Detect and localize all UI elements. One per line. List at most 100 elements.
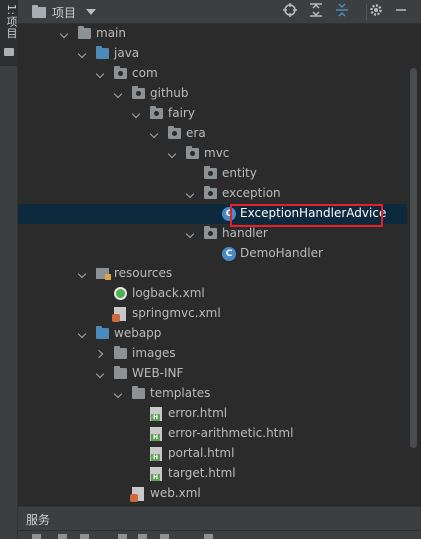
tree-item-label: templates: [150, 386, 211, 400]
tree-row[interactable]: mvc: [18, 144, 407, 164]
chevron-right-icon[interactable]: [96, 349, 106, 359]
folder-icon: [32, 5, 46, 18]
source-folder-icon: [96, 46, 109, 59]
locate-file-button[interactable]: [281, 3, 299, 21]
folder-icon: [114, 346, 127, 359]
tool-window-strip: 1:项目: [0, 0, 18, 539]
services-panel-bar[interactable]: 服务: [18, 506, 421, 530]
toolbar-icon[interactable]: [204, 534, 213, 539]
chevron-down-icon[interactable]: [60, 29, 70, 39]
tree-row[interactable]: target.html: [18, 464, 407, 484]
xml-file-icon: [130, 487, 144, 502]
chevron-down-icon[interactable]: [186, 189, 196, 199]
tree-row[interactable]: handler: [18, 224, 407, 244]
toolbar-icon[interactable]: [58, 534, 67, 539]
tree-item-label: images: [132, 346, 176, 360]
tree-row[interactable]: C DemoHandler: [18, 244, 407, 264]
chevron-down-icon[interactable]: [114, 389, 124, 399]
tree-item-label: entity: [222, 166, 257, 180]
chevron-down-icon[interactable]: [78, 329, 88, 339]
tree-row[interactable]: logback.xml: [18, 284, 407, 304]
tree-item-label: error.html: [168, 406, 228, 420]
minimize-icon: [396, 9, 406, 11]
tree-item-label: fairy: [168, 106, 195, 120]
tree-row[interactable]: web.xml: [18, 484, 407, 504]
toolbar-icon[interactable]: [160, 534, 169, 539]
collapse-all-button[interactable]: [333, 3, 351, 21]
tree-item-label: com: [132, 66, 158, 80]
chevron-down-icon[interactable]: [186, 229, 196, 239]
tree-row[interactable]: error-arithmetic.html: [18, 424, 407, 444]
toolbar-icon[interactable]: [138, 534, 147, 539]
tree-item-label: main: [96, 26, 126, 40]
logback-icon: [114, 287, 127, 300]
tree-row[interactable]: springmvc.xml: [18, 304, 407, 324]
tree-item-label: github: [150, 86, 189, 100]
package-icon: [168, 126, 181, 139]
tree-row[interactable]: exception: [18, 184, 407, 204]
bottom-toolbar: [18, 530, 421, 539]
tree-item-label: java: [114, 46, 140, 60]
tree-row[interactable]: java: [18, 44, 407, 64]
expand-all-button[interactable]: [307, 3, 325, 21]
tree-item-label: DemoHandler: [240, 246, 323, 260]
chevron-down-icon[interactable]: [150, 129, 160, 139]
tree-item-label: logback.xml: [132, 286, 205, 300]
tree-row[interactable]: resources: [18, 264, 407, 284]
tree-row[interactable]: images: [18, 344, 407, 364]
html-file-icon: [150, 467, 162, 481]
services-panel-label: 服务: [26, 513, 51, 527]
tree-row[interactable]: portal.html: [18, 444, 407, 464]
tree-row[interactable]: error.html: [18, 404, 407, 424]
tree-row[interactable]: fairy: [18, 104, 407, 124]
chevron-down-icon[interactable]: [168, 149, 178, 159]
package-icon: [204, 226, 217, 239]
class-icon: C: [222, 247, 236, 261]
collapse-all-icon: [336, 3, 348, 17]
chevron-down-icon[interactable]: [78, 49, 88, 59]
settings-button[interactable]: [367, 3, 385, 21]
tree-row[interactable]: entity: [18, 164, 407, 184]
tree-row[interactable]: WEB-INF: [18, 364, 407, 384]
tree-item-label: portal.html: [168, 446, 235, 460]
toolbar-icon[interactable]: [80, 534, 89, 539]
tree-item-label: springmvc.xml: [132, 306, 221, 320]
web-folder-icon: [96, 326, 109, 339]
tree-item-label: target.html: [168, 466, 236, 480]
folder-icon: [78, 26, 91, 39]
minimize-button[interactable]: [392, 3, 410, 21]
chevron-down-icon[interactable]: [78, 269, 88, 279]
tree-item-label: web.xml: [150, 486, 201, 500]
vertical-scrollbar[interactable]: [407, 24, 421, 506]
expand-all-icon: [310, 3, 322, 17]
tree-item-label: error-arithmetic.html: [168, 426, 294, 440]
chevron-down-icon[interactable]: [96, 69, 106, 79]
html-file-icon: [150, 407, 162, 421]
project-tool-tab-label: 1:项目: [5, 4, 18, 39]
tree-row[interactable]: templates: [18, 384, 407, 404]
html-file-icon: [150, 447, 162, 461]
chevron-down-icon[interactable]: [132, 109, 142, 119]
folder-icon: [4, 48, 14, 56]
tree-row[interactable]: webapp: [18, 324, 407, 344]
tree-item-label: era: [186, 126, 206, 140]
chevron-down-icon[interactable]: [96, 369, 106, 379]
chevron-down-icon[interactable]: [114, 89, 124, 99]
scrollbar-thumb[interactable]: [410, 68, 417, 448]
tree-item-label: mvc: [204, 146, 230, 160]
toolbar-icon[interactable]: [32, 534, 41, 539]
xml-file-icon: [112, 307, 126, 322]
tree-item-label: handler: [222, 226, 268, 240]
view-dropdown-chevron-icon[interactable]: [86, 9, 96, 15]
tree-row[interactable]: era: [18, 124, 407, 144]
tree-row[interactable]: C ExceptionHandlerAdvice: [18, 204, 407, 227]
toolbar-icon[interactable]: [118, 534, 127, 539]
tree-item-label: WEB-INF: [132, 366, 184, 380]
tree-item-label: resources: [114, 266, 173, 280]
tree-item-label: webapp: [114, 326, 162, 340]
tree-row[interactable]: com: [18, 64, 407, 84]
project-tool-tab[interactable]: 1:项目: [0, 0, 18, 66]
tree-row[interactable]: main: [18, 24, 407, 44]
tree-row[interactable]: github: [18, 84, 407, 104]
tree-item-label: exception: [222, 186, 281, 200]
